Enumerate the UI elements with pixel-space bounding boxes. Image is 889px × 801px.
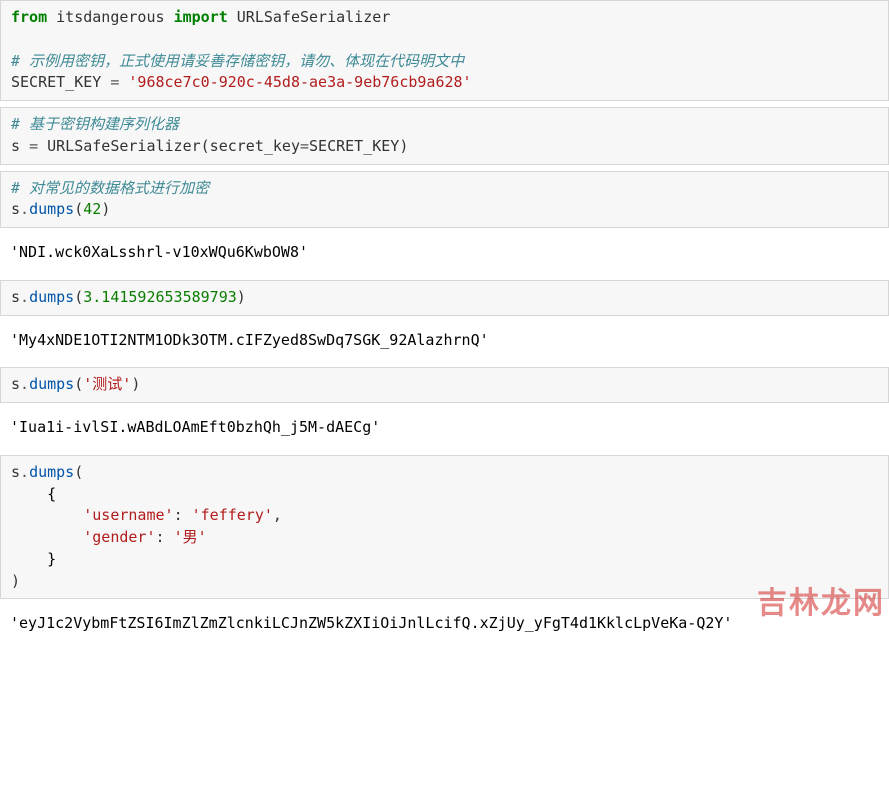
token-str: '男' [174, 528, 207, 546]
token-str: '968ce7c0-920c-45d8-ae3a-9eb76cb9a628' [128, 73, 471, 91]
token-op: = [300, 137, 309, 155]
code-block: from itsdangerous import URLSafeSerializ… [0, 0, 889, 101]
output-text: 'eyJ1c2VybmFtZSI6ImZlZmZlcnkiLCJnZW5kZXI… [0, 605, 889, 645]
token-op: . [20, 375, 29, 393]
code-cell: s.dumps('测试') [0, 367, 889, 403]
notebook-document: from itsdangerous import URLSafeSerializ… [0, 0, 889, 645]
token-nm: ( [74, 463, 83, 481]
code-cell: # 基于密钥构建序列化器 s = URLSafeSerializer(secre… [0, 107, 889, 165]
token-comment: # 基于密钥构建序列化器 [11, 115, 179, 133]
token-kw: from [11, 8, 47, 26]
output-cell: 'eyJ1c2VybmFtZSI6ImZlZmZlcnkiLCJnZW5kZXI… [0, 605, 889, 645]
token-func: dumps [29, 463, 74, 481]
output-text: 'My4xNDE1OTI2NTM1ODk3OTM.cIFZyed8SwDq7SG… [0, 322, 889, 362]
output-text: 'Iua1i-ivlSI.wABdLOAmEft0bzhQh_j5M-dAECg… [0, 409, 889, 449]
token-nm: ( [74, 375, 83, 393]
token-nm: s [11, 200, 20, 218]
code-block: s.dumps('测试') [0, 367, 889, 403]
output-cell: 'My4xNDE1OTI2NTM1ODk3OTM.cIFZyed8SwDq7SG… [0, 322, 889, 362]
token-nm: SECRET_KEY) [309, 137, 408, 155]
token-nm: s [11, 137, 29, 155]
code-cell: # 对常见的数据格式进行加密 s.dumps(42) [0, 171, 889, 229]
token-nm: s [11, 463, 20, 481]
code-block: s.dumps(3.141592653589793) [0, 280, 889, 316]
token-str: 'gender' [83, 528, 155, 546]
token-nm: itsdangerous [47, 8, 173, 26]
token-func: dumps [29, 375, 74, 393]
token-nm: ) [237, 288, 246, 306]
token-str: 'feffery' [192, 506, 273, 524]
token-func: dumps [29, 288, 74, 306]
token-nm: : [156, 528, 174, 546]
token-nm: ) [101, 200, 110, 218]
token-nm: s [11, 375, 20, 393]
output-cell: 'Iua1i-ivlSI.wABdLOAmEft0bzhQh_j5M-dAECg… [0, 409, 889, 449]
token-num: 42 [83, 200, 101, 218]
output-cell: 'NDI.wck0XaLsshrl-v10xWQu6KwbOW8' [0, 234, 889, 274]
token-op: = [29, 137, 38, 155]
code-cell: from itsdangerous import URLSafeSerializ… [0, 0, 889, 101]
token-func: dumps [29, 200, 74, 218]
token-nm: s [11, 288, 20, 306]
token-op: . [20, 288, 29, 306]
token-nm: : [174, 506, 192, 524]
code-block: # 基于密钥构建序列化器 s = URLSafeSerializer(secre… [0, 107, 889, 165]
token-nm: ( [74, 288, 83, 306]
token-comment: # 示例用密钥，正式使用请妥善存储密钥，请勿、体现在代码明文中 [11, 52, 464, 70]
token-op: . [20, 200, 29, 218]
token-nm: ( [74, 200, 83, 218]
code-block: # 对常见的数据格式进行加密 s.dumps(42) [0, 171, 889, 229]
token-op: . [20, 463, 29, 481]
token-comment: # 对常见的数据格式进行加密 [11, 179, 209, 197]
code-block: s.dumps( { 'username': 'feffery', 'gende… [0, 455, 889, 600]
token-str: 'username' [83, 506, 173, 524]
token-nm: ) [11, 572, 20, 590]
token-nm: SECRET_KEY [11, 73, 110, 91]
token-nm: ) [131, 375, 140, 393]
token-nm: URLSafeSerializer [228, 8, 391, 26]
token-nm: URLSafeSerializer(secret_key [38, 137, 300, 155]
code-cell: s.dumps( { 'username': 'feffery', 'gende… [0, 455, 889, 600]
token-num: 3.141592653589793 [83, 288, 237, 306]
token-kw: import [174, 8, 228, 26]
output-text: 'NDI.wck0XaLsshrl-v10xWQu6KwbOW8' [0, 234, 889, 274]
code-cell: s.dumps(3.141592653589793) [0, 280, 889, 316]
token-nm: , [273, 506, 282, 524]
token-str: '测试' [83, 375, 131, 393]
